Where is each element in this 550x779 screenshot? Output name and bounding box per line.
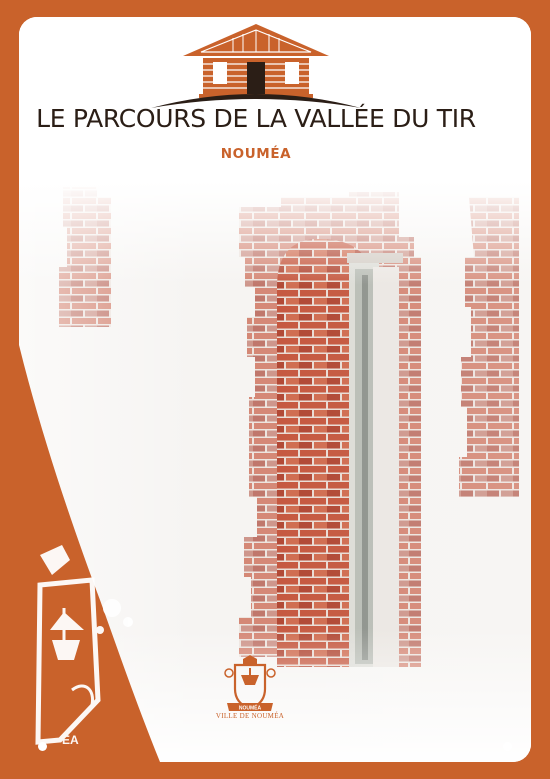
corner-dot-top-right — [503, 28, 512, 37]
cover-title: LE PARCOURS DE LA VALLÉE DU TIR — [36, 104, 476, 133]
cover-page: EA LE PARCOURS DE LA VALLÉE DU TIR NOUMÉ… — [0, 0, 550, 779]
crest-caption: VILLE DE NOUMÉA — [215, 712, 285, 720]
house-icon — [151, 24, 361, 108]
corner-dot-bottom-right — [503, 742, 512, 751]
corner-dot-top-left — [38, 28, 47, 37]
svg-text:EA: EA — [62, 733, 79, 747]
crest-ribbon: NOUMÉA — [239, 704, 262, 712]
coat-of-arms-icon: NOUMÉA — [224, 655, 276, 712]
corner-dot-bottom-left — [38, 742, 47, 751]
cover-subtitle: NOUMÉA — [220, 146, 292, 162]
